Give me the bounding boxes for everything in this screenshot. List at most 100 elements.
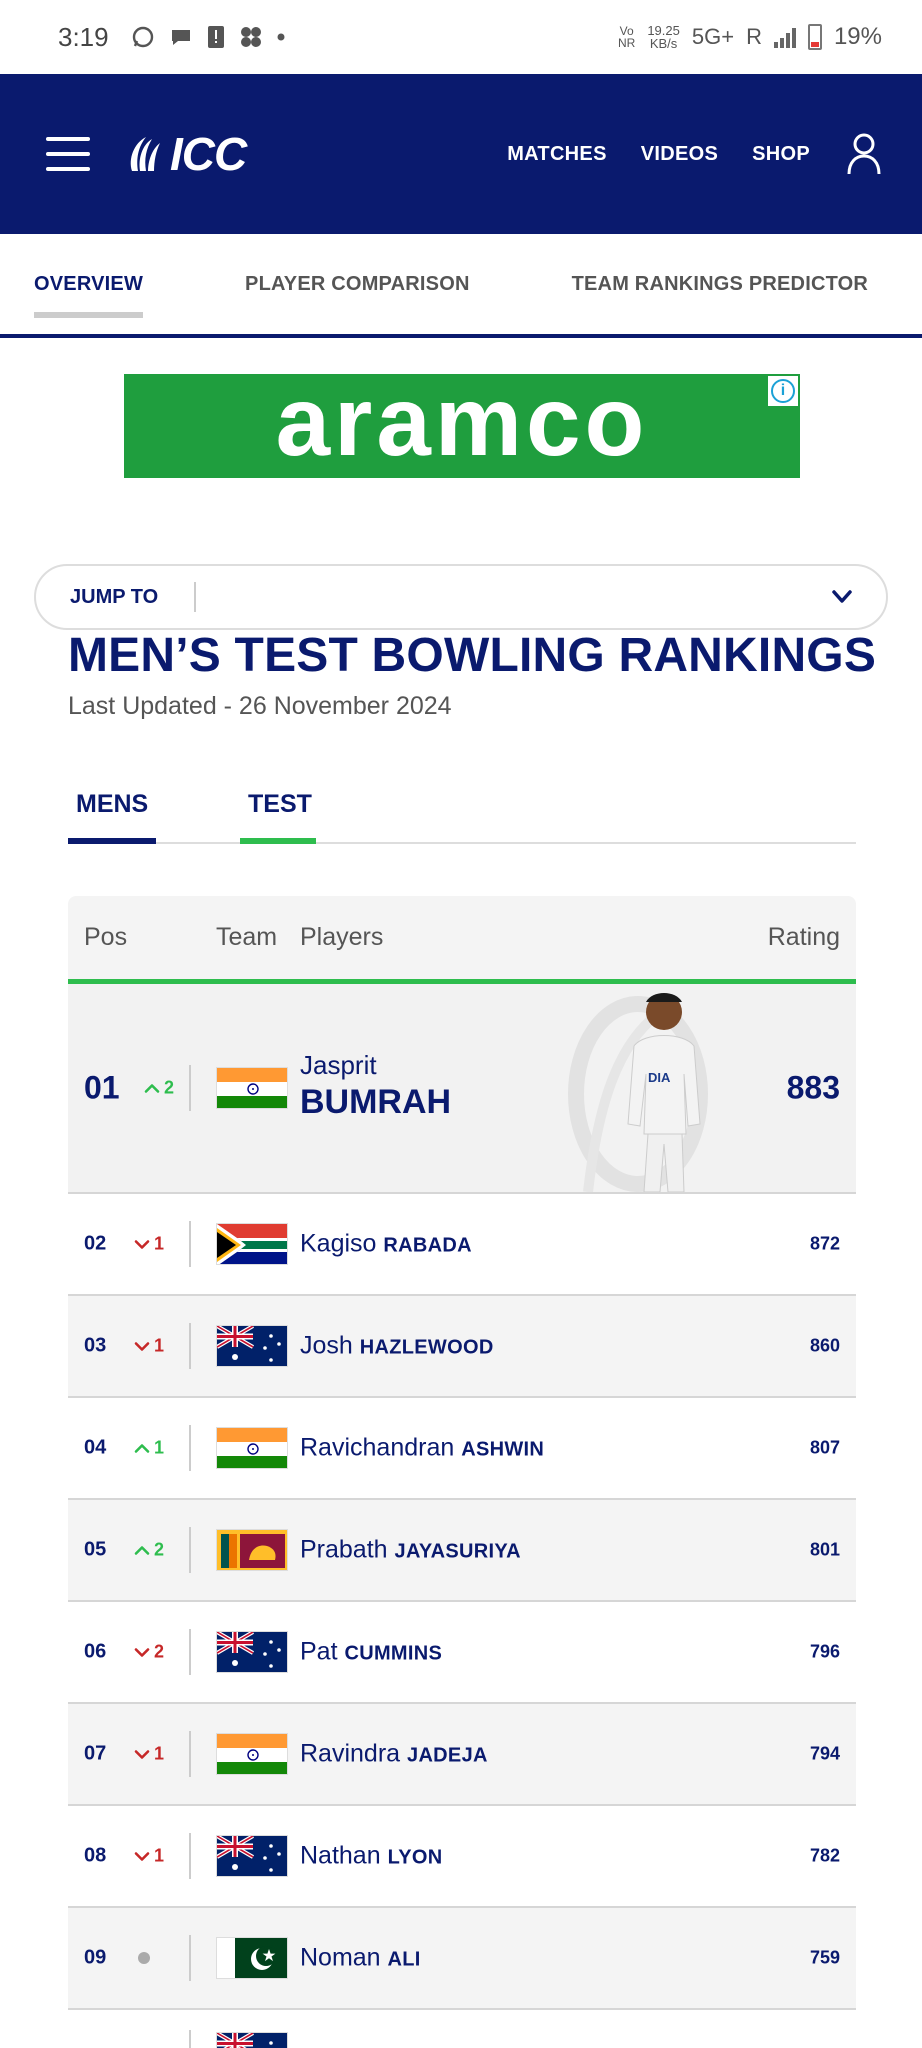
rank-position: 01 — [84, 1069, 120, 1106]
pakistan-flag-icon — [216, 1937, 288, 1979]
icc-logo-mark-icon — [130, 137, 160, 171]
player-first-name: Pat — [300, 1637, 338, 1666]
player-name[interactable]: Josh HAZLEWOOD — [300, 1332, 494, 1361]
site-header: ICC MATCHES VIDEOS SHOP — [0, 74, 922, 234]
filter-tabs: MENS TEST — [68, 790, 856, 844]
tab-player-comparison[interactable]: PLAYER COMPARISON — [245, 273, 470, 296]
player-rating: 883 — [786, 1069, 840, 1106]
filter-test[interactable]: TEST — [240, 790, 316, 844]
player-first-name: Nathan — [300, 1841, 381, 1870]
status-bar: 3:19 Vo NR 19.25 KB/s 5G+ R 19% — [0, 0, 922, 74]
player-rating: 860 — [809, 1335, 840, 1356]
user-icon[interactable] — [846, 132, 882, 176]
ad-banner[interactable]: aramco i — [124, 366, 800, 478]
table-row[interactable]: 08 1 Nathan LYON 782 — [68, 1806, 856, 1908]
rank-position: 04 — [84, 1436, 107, 1459]
header-rating: Rating — [767, 923, 840, 951]
player-first-name: Ravindra — [300, 1739, 401, 1768]
up-arrow-icon — [144, 1083, 160, 1093]
player-last-name: ASHWIN — [461, 1438, 545, 1461]
nav-matches[interactable]: MATCHES — [507, 143, 607, 166]
menu-icon[interactable] — [46, 137, 90, 171]
player-name[interactable]: Ravindra JADEJA — [300, 1740, 488, 1769]
roaming-indicator: R — [746, 24, 762, 49]
australia-flag-icon — [216, 1325, 288, 1367]
south-africa-flag-icon — [216, 1223, 288, 1265]
player-last-name: HAZLEWOOD — [359, 1336, 494, 1359]
player-last-name: ALI — [387, 1948, 421, 1971]
table-row[interactable]: 07 1 Ravindra JADEJA 794 — [68, 1704, 856, 1806]
player-last-name: BUMRAH — [300, 1083, 452, 1121]
icc-logo[interactable]: ICC — [126, 127, 247, 181]
table-row[interactable]: 09 Noman ALI 759 — [68, 1908, 856, 2010]
chat-icon — [171, 30, 190, 45]
player-last-name: CUMMINS — [344, 1642, 443, 1665]
sri-lanka-flag-icon — [216, 1529, 288, 1571]
player-first-name: Jasprit — [300, 1050, 377, 1080]
player-last-name: JADEJA — [407, 1744, 488, 1767]
rank-movement: 1 — [134, 1336, 164, 1357]
player-photo: DIA — [568, 993, 708, 1192]
volte-indicator: Vo NR — [618, 25, 635, 49]
alert-icon — [207, 26, 224, 48]
rank-position: 06 — [84, 1640, 107, 1663]
rank-position: 09 — [84, 1946, 107, 1969]
player-name[interactable]: Noman ALI — [300, 1944, 421, 1973]
svg-text:DIA: DIA — [648, 1070, 671, 1085]
dot-icon — [277, 33, 285, 41]
main-nav: MATCHES VIDEOS SHOP — [507, 143, 810, 166]
rank-position: 03 — [84, 1334, 107, 1357]
india-flag-icon — [216, 1733, 288, 1775]
notification-icons — [131, 25, 285, 49]
table-header: Pos Team Players Rating — [68, 896, 856, 984]
row-divider — [189, 1323, 191, 1369]
tab-team-rankings-predictor[interactable]: TEAM RANKINGS PREDICTOR — [572, 273, 868, 296]
filter-mens[interactable]: MENS — [68, 790, 156, 844]
volte-bottom: NR — [617, 36, 636, 50]
ad-brand: aramco — [275, 366, 649, 476]
player-name[interactable]: Nathan LYON — [300, 1842, 443, 1871]
tab-overview[interactable]: OVERVIEW — [34, 273, 144, 318]
down-arrow-icon — [134, 1341, 150, 1351]
nav-shop[interactable]: SHOP — [752, 143, 810, 166]
last-updated: Last Updated - 26 November 2024 — [68, 692, 452, 720]
battery-percent: 19% — [833, 23, 882, 50]
player-name[interactable]: Pat CUMMINS — [300, 1638, 442, 1667]
pinwheel-icon — [240, 27, 261, 47]
player-name[interactable]: Ravichandran ASHWIN — [300, 1434, 544, 1463]
header-team: Team — [216, 923, 278, 951]
player-last-name: RABADA — [383, 1234, 472, 1257]
rank-movement: 2 — [144, 1078, 174, 1099]
down-arrow-icon — [134, 1239, 150, 1249]
jump-to-label: JUMP TO — [70, 585, 159, 608]
jump-to-dropdown[interactable]: JUMP TO — [34, 564, 888, 630]
table-row[interactable]: 06 2 Pat CUMMINS 796 — [68, 1602, 856, 1704]
player-name[interactable]: Kagiso RABADA — [300, 1230, 472, 1259]
player-rating: 759 — [809, 1947, 840, 1968]
rank-movement — [134, 1952, 150, 1964]
row-divider — [189, 1221, 191, 1267]
header-players: Players — [300, 923, 384, 951]
player-last-name: JAYASURIYA — [394, 1540, 521, 1563]
logo-text: ICC — [170, 128, 247, 180]
movement-value: 1 — [154, 1845, 165, 1866]
signal-icon — [773, 26, 796, 48]
movement-value: 1 — [154, 1335, 165, 1356]
player-name[interactable]: Jasprit BUMRAH — [300, 1050, 451, 1122]
table-row[interactable] — [68, 2010, 856, 2048]
up-arrow-icon — [134, 1443, 150, 1453]
table-row[interactable]: 05 2 Prabath JAYASURIYA 801 — [68, 1500, 856, 1602]
data-rate-unit: KB/s — [649, 36, 678, 51]
table-row[interactable]: 03 1 Josh HAZLEWOOD 860 — [68, 1296, 856, 1398]
table-row[interactable]: 02 1 Kagiso RABADA 872 — [68, 1194, 856, 1296]
header-pos: Pos — [84, 923, 128, 951]
movement-value: 2 — [164, 1077, 175, 1098]
player-name[interactable]: Prabath JAYASURIYA — [300, 1536, 521, 1565]
ad-info-icon[interactable]: i — [768, 376, 798, 406]
player-rating: 807 — [809, 1437, 840, 1458]
nav-videos[interactable]: VIDEOS — [641, 143, 718, 166]
table-row[interactable]: 04 1 Ravichandran ASHWIN 807 — [68, 1398, 856, 1500]
row-divider — [189, 2030, 191, 2048]
row-divider — [189, 1425, 191, 1471]
top-ranked-row[interactable]: 01 2 Jasprit BUMRAH DIA 883 — [68, 984, 856, 1194]
